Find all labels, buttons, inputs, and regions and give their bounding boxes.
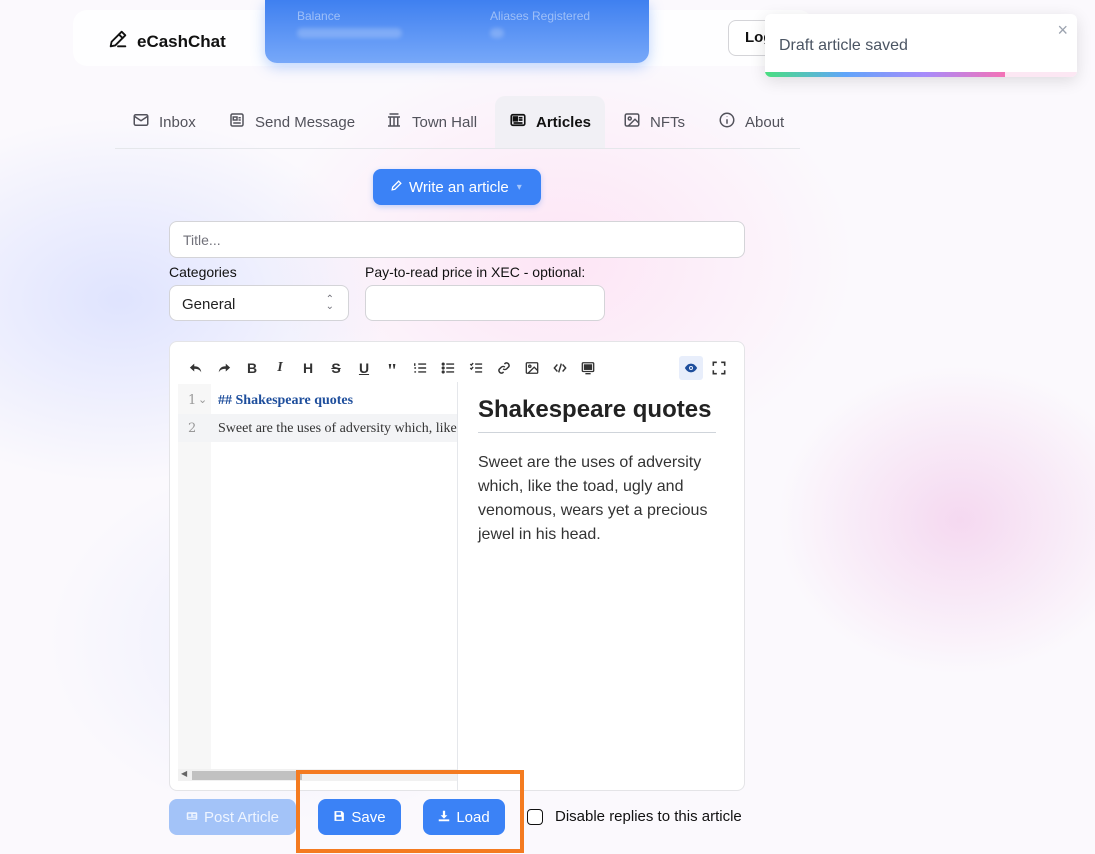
heading-icon[interactable]: H: [296, 356, 320, 380]
preview-paragraph: Sweet are the uses of adversity which, l…: [478, 454, 708, 543]
brand-name: eCashChat: [137, 31, 226, 51]
link-icon[interactable]: [492, 356, 516, 380]
chevron-down-icon: ▾: [516, 181, 522, 193]
markdown-editor: B I H S U " 1 ⌄ 2 ## Shakespeare quotes …: [169, 341, 745, 791]
tab-send-message[interactable]: Send Message: [214, 96, 369, 148]
checklist-icon[interactable]: [464, 356, 488, 380]
tab-label: Inbox: [159, 113, 196, 131]
insert-image-icon[interactable]: [520, 356, 544, 380]
balance-card: Balance Aliases Registered: [265, 0, 649, 63]
code-pane[interactable]: 1 ⌄ 2 ## Shakespeare quotes Sweet are th…: [178, 384, 458, 781]
underline-icon[interactable]: U: [352, 356, 376, 380]
download-icon: [438, 809, 450, 826]
bold-icon[interactable]: B: [240, 356, 264, 380]
write-article-label: Write an article: [409, 178, 509, 196]
tab-town-hall[interactable]: Town Hall: [371, 96, 491, 148]
line-gutter: [178, 384, 211, 781]
brand[interactable]: eCashChat: [107, 28, 226, 55]
select-arrows-icon: ⌃ ⌄: [325, 294, 334, 312]
save-label: Save: [351, 808, 386, 826]
newspaper-icon: [228, 111, 246, 133]
italic-icon[interactable]: I: [268, 356, 292, 380]
price-input[interactable]: [365, 285, 605, 321]
editor-toolbar: B I H S U ": [170, 342, 744, 382]
load-label: Load: [456, 808, 490, 826]
strikethrough-icon[interactable]: S: [324, 356, 348, 380]
close-icon[interactable]: ×: [1057, 20, 1068, 41]
ordered-list-icon[interactable]: [408, 356, 432, 380]
balance-label: Balance: [297, 9, 341, 23]
category-select[interactable]: General ⌃ ⌄: [169, 285, 349, 321]
pane-divider: [457, 382, 458, 790]
save-icon: [333, 809, 345, 826]
toast-message: Draft article saved: [779, 37, 908, 54]
fullscreen-icon[interactable]: [707, 356, 731, 380]
code-line: ## Shakespeare quotes: [218, 393, 354, 408]
redo-icon[interactable]: [212, 356, 236, 380]
tab-inbox[interactable]: Inbox: [118, 96, 210, 148]
scroll-left-icon[interactable]: ◀: [181, 769, 187, 778]
horizontal-scrollbar[interactable]: ◀: [178, 769, 458, 781]
tab-about[interactable]: About: [704, 96, 798, 148]
category-value: General: [182, 296, 236, 313]
load-button[interactable]: Load: [423, 799, 505, 835]
preview-icon[interactable]: [679, 356, 703, 380]
mail-icon: [132, 111, 150, 133]
tab-label: NFTs: [650, 113, 685, 131]
unordered-list-icon[interactable]: [436, 356, 460, 380]
reader-icon: [509, 111, 527, 133]
disable-replies-checkbox[interactable]: [527, 808, 543, 825]
table-icon[interactable]: [576, 356, 600, 380]
post-article-button[interactable]: Post Article: [169, 799, 296, 835]
tab-nfts[interactable]: NFTs: [609, 96, 699, 148]
tab-label: Town Hall: [412, 113, 478, 131]
scrollbar-thumb[interactable]: [192, 771, 302, 780]
post-article-label: Post Article: [203, 808, 280, 826]
price-label: Pay-to-read price in XEC - optional:: [365, 264, 586, 280]
preview-pane: Shakespeare quotes Sweet are the uses of…: [478, 396, 716, 547]
undo-icon[interactable]: [184, 356, 208, 380]
toast-notification: Draft article saved ×: [765, 14, 1077, 77]
tab-label: About: [745, 113, 785, 131]
code-line: Sweet are the uses of adversity which, l…: [218, 421, 457, 436]
town-hall-icon: [385, 111, 403, 133]
preview-heading: Shakespeare quotes: [478, 396, 716, 433]
balance-value-blurred: [297, 28, 402, 38]
tab-label: Articles: [536, 113, 592, 131]
post-icon: [186, 809, 198, 826]
write-article-button[interactable]: Write an article ▾: [373, 169, 541, 205]
aliases-value-blurred: [490, 28, 504, 38]
disable-replies-option[interactable]: Disable replies to this article: [527, 808, 742, 825]
image-icon: [623, 111, 641, 133]
code-icon[interactable]: [548, 356, 572, 380]
title-input[interactable]: [169, 221, 745, 258]
categories-label: Categories: [169, 264, 237, 280]
disable-replies-label: Disable replies to this article: [555, 808, 742, 825]
pencil-icon: [390, 179, 403, 196]
aliases-label: Aliases Registered: [490, 9, 591, 23]
toast-progress-fill: [765, 72, 1006, 77]
tab-articles[interactable]: Articles: [495, 96, 605, 148]
info-icon: [718, 111, 736, 133]
line-number: 2: [188, 421, 197, 436]
tab-bar: Inbox Send Message Town Hall Articles NF…: [115, 96, 800, 149]
save-button[interactable]: Save: [318, 799, 401, 835]
pencil-logo-icon: [107, 28, 129, 55]
toast-progress-bar: [765, 72, 1077, 77]
quote-icon[interactable]: ": [380, 356, 404, 382]
tab-label: Send Message: [255, 113, 356, 131]
